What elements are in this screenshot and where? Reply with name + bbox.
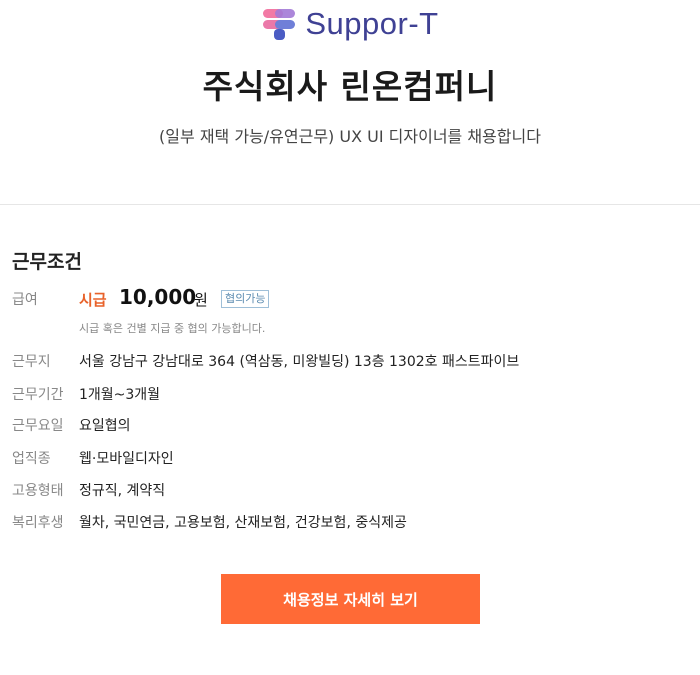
period-value: 1개월~3개월 xyxy=(79,387,161,403)
workdays-value: 요일협의 xyxy=(79,418,131,434)
salary-label: 급여 xyxy=(12,292,38,308)
salary-amount: 10,000 xyxy=(119,285,197,309)
section-divider xyxy=(0,204,700,205)
view-details-button[interactable]: 채용정보 자세히 보기 xyxy=(221,574,480,624)
salary-note: 시급 혹은 건별 지급 중 협의 가능합니다. xyxy=(79,322,266,335)
benefits-label: 복리후생 xyxy=(12,515,64,531)
job-category-label: 업직종 xyxy=(12,451,51,467)
location-value: 서울 강남구 강남대로 364 (역삼동, 미왕빌딩) 13층 1302호 패스… xyxy=(79,354,520,370)
salary-type: 시급 xyxy=(79,291,107,309)
brand-name: Suppor-T xyxy=(305,6,439,41)
employment-type-label: 고용형태 xyxy=(12,483,64,499)
negotiable-badge: 협의가능 xyxy=(221,290,270,308)
company-name: 주식회사 린온컴퍼니 xyxy=(202,67,498,106)
suppor-t-logo-icon xyxy=(263,9,296,40)
job-title: (일부 재택 가능/유연근무) UX UI 디자이너를 채용합니다 xyxy=(159,127,541,146)
benefits-value: 월차, 국민연금, 고용보험, 산재보험, 건강보험, 중식제공 xyxy=(79,515,407,531)
period-label: 근무기간 xyxy=(12,387,64,403)
location-label: 근무지 xyxy=(12,354,51,370)
salary-unit: 원 xyxy=(194,291,208,309)
job-category-value: 웹·모바일디자인 xyxy=(79,451,174,467)
conditions-heading: 근무조건 xyxy=(12,251,82,273)
workdays-label: 근무요일 xyxy=(12,418,64,434)
employment-type-value: 정규직, 계약직 xyxy=(79,483,166,499)
brand-logo[interactable]: Suppor-T xyxy=(0,6,700,42)
